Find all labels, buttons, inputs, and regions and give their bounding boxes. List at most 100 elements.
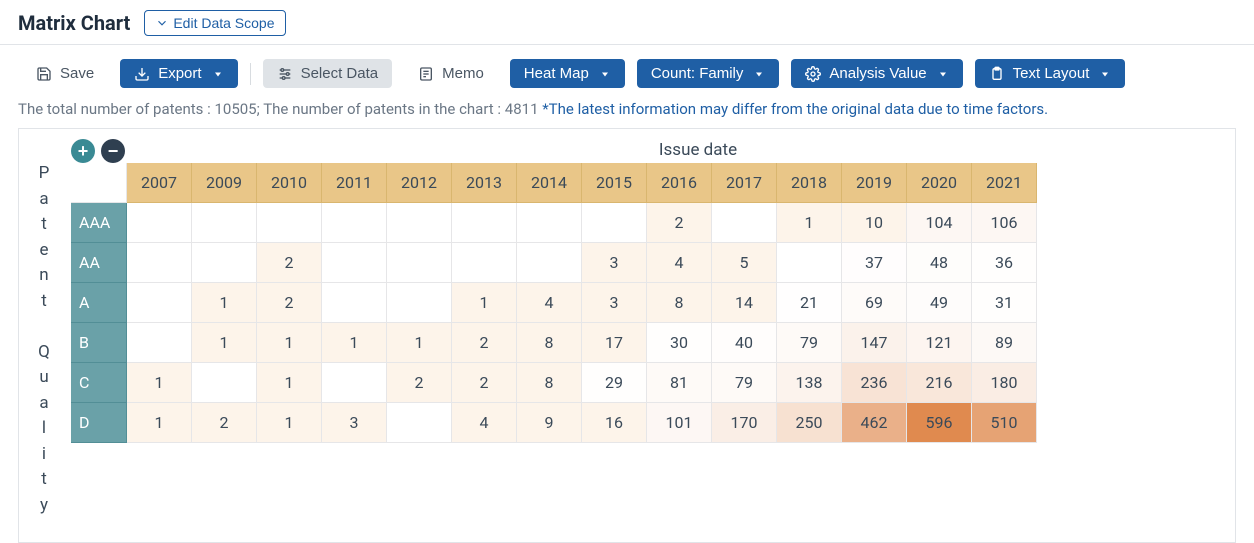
matrix-cell[interactable]: 138 — [777, 363, 842, 403]
matrix-cell[interactable] — [192, 243, 257, 283]
column-header[interactable]: 2014 — [517, 163, 582, 203]
row-header[interactable]: AA — [71, 243, 127, 283]
memo-button[interactable]: Memo — [404, 59, 498, 88]
matrix-cell[interactable]: 180 — [972, 363, 1037, 403]
matrix-cell[interactable] — [257, 203, 322, 243]
matrix-cell[interactable]: 4 — [647, 243, 712, 283]
column-header[interactable]: 2019 — [842, 163, 907, 203]
column-header[interactable]: 2007 — [127, 163, 192, 203]
matrix-cell[interactable] — [127, 283, 192, 323]
matrix-cell[interactable]: 104 — [907, 203, 972, 243]
matrix-cell[interactable] — [192, 203, 257, 243]
matrix-cell[interactable]: 36 — [972, 243, 1037, 283]
column-header[interactable]: 2015 — [582, 163, 647, 203]
matrix-cell[interactable]: 250 — [777, 403, 842, 443]
count-family-button[interactable]: Count: Family — [637, 59, 780, 88]
matrix-cell[interactable] — [192, 363, 257, 403]
row-header[interactable]: AAA — [71, 203, 127, 243]
matrix-cell[interactable]: 48 — [907, 243, 972, 283]
matrix-cell[interactable] — [322, 243, 387, 283]
matrix-cell[interactable]: 1 — [452, 283, 517, 323]
matrix-cell[interactable] — [387, 243, 452, 283]
matrix-cell[interactable]: 3 — [322, 403, 387, 443]
select-data-button[interactable]: Select Data — [263, 59, 393, 88]
matrix-cell[interactable]: 9 — [517, 403, 582, 443]
matrix-cell[interactable]: 2 — [387, 363, 452, 403]
matrix-cell[interactable]: 8 — [517, 363, 582, 403]
column-header[interactable]: 2011 — [322, 163, 387, 203]
matrix-cell[interactable] — [582, 203, 647, 243]
heat-map-button[interactable]: Heat Map — [510, 59, 625, 88]
matrix-cell[interactable]: 2 — [647, 203, 712, 243]
matrix-cell[interactable] — [127, 243, 192, 283]
analysis-value-button[interactable]: Analysis Value — [791, 59, 962, 88]
matrix-cell[interactable] — [127, 203, 192, 243]
matrix-cell[interactable]: 1 — [192, 283, 257, 323]
matrix-cell[interactable]: 2 — [257, 243, 322, 283]
matrix-cell[interactable]: 236 — [842, 363, 907, 403]
matrix-cell[interactable]: 10 — [842, 203, 907, 243]
matrix-cell[interactable]: 596 — [907, 403, 972, 443]
matrix-cell[interactable] — [517, 243, 582, 283]
matrix-cell[interactable] — [452, 203, 517, 243]
column-header[interactable]: 2018 — [777, 163, 842, 203]
matrix-cell[interactable] — [712, 203, 777, 243]
zoom-out-button[interactable]: − — [101, 139, 125, 163]
matrix-cell[interactable]: 147 — [842, 323, 907, 363]
edit-data-scope-button[interactable]: Edit Data Scope — [144, 10, 285, 36]
matrix-cell[interactable] — [777, 243, 842, 283]
column-header[interactable]: 2012 — [387, 163, 452, 203]
text-layout-button[interactable]: Text Layout — [975, 59, 1126, 88]
matrix-cell[interactable] — [322, 363, 387, 403]
matrix-cell[interactable]: 79 — [777, 323, 842, 363]
row-header[interactable]: D — [71, 403, 127, 443]
matrix-cell[interactable]: 79 — [712, 363, 777, 403]
row-header[interactable]: B — [71, 323, 127, 363]
matrix-cell[interactable]: 462 — [842, 403, 907, 443]
matrix-cell[interactable]: 121 — [907, 323, 972, 363]
matrix-cell[interactable]: 31 — [972, 283, 1037, 323]
matrix-cell[interactable] — [452, 243, 517, 283]
matrix-cell[interactable]: 1 — [387, 323, 452, 363]
matrix-cell[interactable]: 29 — [582, 363, 647, 403]
matrix-cell[interactable]: 2 — [452, 323, 517, 363]
matrix-cell[interactable]: 14 — [712, 283, 777, 323]
matrix-cell[interactable]: 4 — [452, 403, 517, 443]
matrix-cell[interactable]: 21 — [777, 283, 842, 323]
matrix-cell[interactable]: 30 — [647, 323, 712, 363]
row-header[interactable]: A — [71, 283, 127, 323]
matrix-cell[interactable]: 17 — [582, 323, 647, 363]
matrix-cell[interactable]: 101 — [647, 403, 712, 443]
column-header[interactable]: 2013 — [452, 163, 517, 203]
matrix-cell[interactable] — [387, 403, 452, 443]
matrix-cell[interactable]: 2 — [452, 363, 517, 403]
column-header[interactable]: 2017 — [712, 163, 777, 203]
matrix-cell[interactable] — [387, 203, 452, 243]
matrix-cell[interactable]: 69 — [842, 283, 907, 323]
matrix-cell[interactable]: 216 — [907, 363, 972, 403]
row-header[interactable]: C — [71, 363, 127, 403]
matrix-cell[interactable]: 170 — [712, 403, 777, 443]
save-button[interactable]: Save — [22, 59, 108, 88]
matrix-cell[interactable]: 1 — [192, 323, 257, 363]
matrix-cell[interactable]: 49 — [907, 283, 972, 323]
column-header[interactable]: 2020 — [907, 163, 972, 203]
matrix-cell[interactable]: 1 — [777, 203, 842, 243]
matrix-cell[interactable]: 3 — [582, 243, 647, 283]
matrix-cell[interactable]: 40 — [712, 323, 777, 363]
matrix-cell[interactable]: 1 — [257, 363, 322, 403]
matrix-cell[interactable]: 5 — [712, 243, 777, 283]
matrix-cell[interactable]: 1 — [127, 403, 192, 443]
matrix-cell[interactable] — [127, 323, 192, 363]
column-header[interactable]: 2021 — [972, 163, 1037, 203]
matrix-cell[interactable]: 8 — [517, 323, 582, 363]
matrix-cell[interactable] — [322, 203, 387, 243]
matrix-cell[interactable] — [517, 203, 582, 243]
matrix-cell[interactable]: 1 — [257, 323, 322, 363]
matrix-cell[interactable]: 106 — [972, 203, 1037, 243]
matrix-cell[interactable]: 37 — [842, 243, 907, 283]
matrix-cell[interactable]: 89 — [972, 323, 1037, 363]
column-header[interactable]: 2009 — [192, 163, 257, 203]
matrix-cell[interactable] — [322, 283, 387, 323]
matrix-cell[interactable]: 1 — [127, 363, 192, 403]
